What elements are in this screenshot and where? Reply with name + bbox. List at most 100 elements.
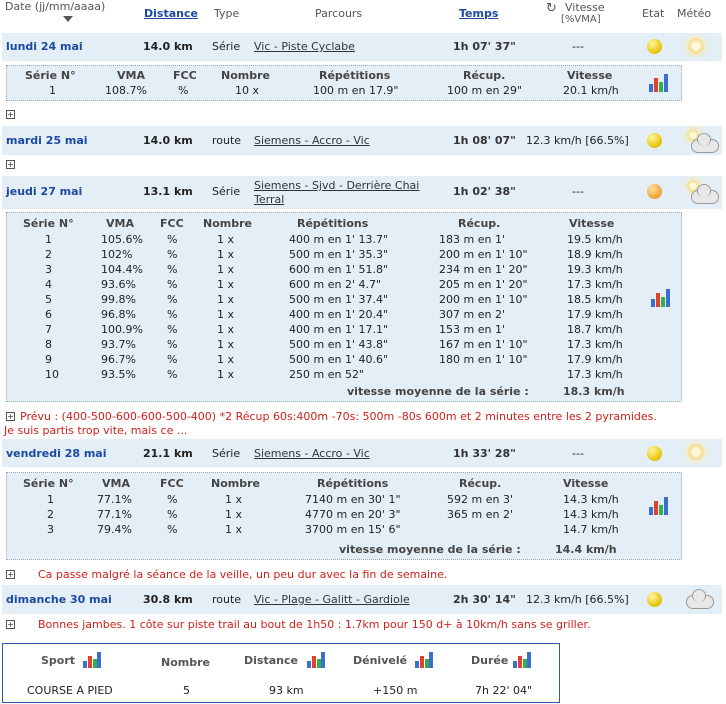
chart-icon[interactable] <box>649 72 669 92</box>
serie-recup: 167 m en 1' 10" <box>439 338 528 351</box>
serie-number: 9 <box>45 353 52 366</box>
summary-panel: Sport Nombre Distance Dénivelé Durée COU… <box>2 643 560 703</box>
expand-toggle-icon[interactable]: + <box>6 412 15 421</box>
serie-recup: 153 m en 1' <box>439 323 505 336</box>
serie-recup: 200 m en 1' 10" <box>439 248 528 261</box>
serie-repetitions: 500 m en 1' 35.3" <box>289 248 389 261</box>
parcours-column-header: Parcours <box>315 7 363 20</box>
serie-fcc: % <box>167 248 178 261</box>
date-column-header[interactable]: Date (jj/mm/aaaa) <box>5 0 105 13</box>
session-speed: 12.3 km/h [66.5%] <box>526 134 629 147</box>
session-date[interactable]: dimanche 30 mai <box>6 593 112 606</box>
session-distance: 13.1 km <box>143 185 193 198</box>
expand-toggle-icon[interactable]: + <box>6 570 15 579</box>
serie-nombre: 1 x <box>217 233 235 246</box>
serie-speed: 18.5 km/h <box>567 293 623 306</box>
serie-vma: 96.8% <box>101 308 136 321</box>
happy-smiley-icon <box>647 133 662 148</box>
serie-speed: 19.3 km/h <box>567 263 623 276</box>
col-nombre: Nombre <box>211 477 260 490</box>
session-parcours-link[interactable]: Vic - Piste Cyclabe <box>254 40 355 53</box>
chart-icon[interactable] <box>651 287 671 307</box>
session-distance: 14.0 km <box>143 134 193 147</box>
serie-repetitions: 400 m en 1' 17.1" <box>289 323 389 336</box>
serie-recup: 365 m en 2' <box>447 508 513 521</box>
session-date[interactable]: vendredi 28 mai <box>6 447 107 460</box>
sun-weather-icon <box>688 38 704 54</box>
session-parcours-link[interactable]: Vic - Plage - Galitt - Gardiole <box>254 593 410 606</box>
serie-nombre: 10 x <box>235 84 260 97</box>
chart-icon[interactable] <box>649 495 669 515</box>
sort-desc-icon[interactable] <box>63 16 73 22</box>
session-parcours-link[interactable]: Siemens - Sjvd - Derrière Chai <box>254 179 419 192</box>
session-parcours-link[interactable]: Siemens - Accro - Vic <box>254 134 370 147</box>
serie-vma: 93.6% <box>101 278 136 291</box>
session-type: route <box>212 134 242 147</box>
summary-duree-label: Durée <box>471 654 509 667</box>
serie-fcc: % <box>167 278 178 291</box>
col-serie: Série N° <box>25 69 76 82</box>
serie-fcc: % <box>167 493 178 506</box>
session-speed: --- <box>572 185 584 198</box>
series-detail-panel: Série N° VMA FCC Nombre Répétitions Récu… <box>6 65 682 101</box>
serie-nombre: 1 x <box>217 293 235 306</box>
col-vitesse: Vitesse <box>567 69 613 82</box>
happy-smiley-icon <box>647 446 662 461</box>
session-parcours-link[interactable]: Siemens - Accro - Vic <box>254 447 370 460</box>
serie-speed: 14.7 km/h <box>563 523 619 536</box>
col-vitesse: Vitesse <box>563 477 609 490</box>
serie-fcc: % <box>167 338 178 351</box>
session-row[interactable]: mardi 25 mai 14.0 km route Siemens - Acc… <box>2 126 722 155</box>
average-speed-label: vitesse moyenne de la série : <box>339 543 521 556</box>
serie-nombre: 1 x <box>225 523 243 536</box>
session-note: Bonnes jambes. 1 côte sur piste trail au… <box>38 618 591 631</box>
session-row[interactable]: vendredi 28 mai 21.1 km Série Siemens - … <box>2 439 722 467</box>
refresh-icon[interactable]: ↻ <box>546 1 557 16</box>
distance-column-header[interactable]: Distance <box>144 7 198 20</box>
expand-toggle-icon[interactable]: + <box>6 110 15 119</box>
serie-number: 5 <box>45 293 52 306</box>
chart-icon[interactable] <box>307 650 325 668</box>
col-nombre: Nombre <box>203 217 252 230</box>
sad-smiley-icon <box>647 184 662 199</box>
serie-speed: 17.3 km/h <box>567 368 623 381</box>
serie-number: 3 <box>45 263 52 276</box>
meteo-column-header: Météo <box>677 7 712 20</box>
serie-fcc: % <box>167 263 178 276</box>
serie-number: 4 <box>45 278 52 291</box>
session-speed: --- <box>572 447 584 460</box>
session-row[interactable]: dimanche 30 mai 30.8 km route Vic - Plag… <box>2 585 722 614</box>
session-distance: 21.1 km <box>143 447 193 460</box>
etat-column-header: Etat <box>642 7 665 20</box>
serie-speed: 20.1 km/h <box>563 84 619 97</box>
serie-repetitions: 250 m en 52" <box>289 368 364 381</box>
cloud-weather-icon <box>691 184 719 204</box>
serie-recup: 205 m en 1' 20" <box>439 278 528 291</box>
serie-repetitions: 7140 m en 30' 1" <box>305 493 401 506</box>
expand-toggle-icon[interactable]: + <box>6 160 15 169</box>
serie-speed: 19.5 km/h <box>567 233 623 246</box>
session-date[interactable]: jeudi 27 mai <box>6 185 82 198</box>
serie-nombre: 1 x <box>225 508 243 521</box>
serie-number: 1 <box>47 493 54 506</box>
serie-number: 10 <box>45 368 59 381</box>
serie-fcc: % <box>167 508 178 521</box>
session-date[interactable]: mardi 25 mai <box>6 134 88 147</box>
col-fcc: FCC <box>160 477 184 490</box>
session-row[interactable]: lundi 24 mai 14.0 km Série Vic - Piste C… <box>2 33 722 61</box>
session-row[interactable]: jeudi 27 mai 13.1 km Série Siemens - Sjv… <box>2 176 722 209</box>
serie-speed: 17.3 km/h <box>567 338 623 351</box>
serie-nombre: 1 x <box>217 278 235 291</box>
expand-toggle-icon[interactable]: + <box>6 620 15 629</box>
col-vma: VMA <box>102 477 130 490</box>
temps-column-header[interactable]: Temps <box>459 7 498 20</box>
chart-icon[interactable] <box>513 650 531 668</box>
session-date[interactable]: lundi 24 mai <box>6 40 83 53</box>
serie-number: 7 <box>45 323 52 336</box>
serie-fcc: % <box>178 84 189 97</box>
session-parcours-link-cont[interactable]: Terral <box>254 193 284 206</box>
chart-icon[interactable] <box>415 650 433 668</box>
chart-icon[interactable] <box>83 650 101 668</box>
session-distance: 14.0 km <box>143 40 193 53</box>
cloud-weather-icon <box>686 589 714 609</box>
